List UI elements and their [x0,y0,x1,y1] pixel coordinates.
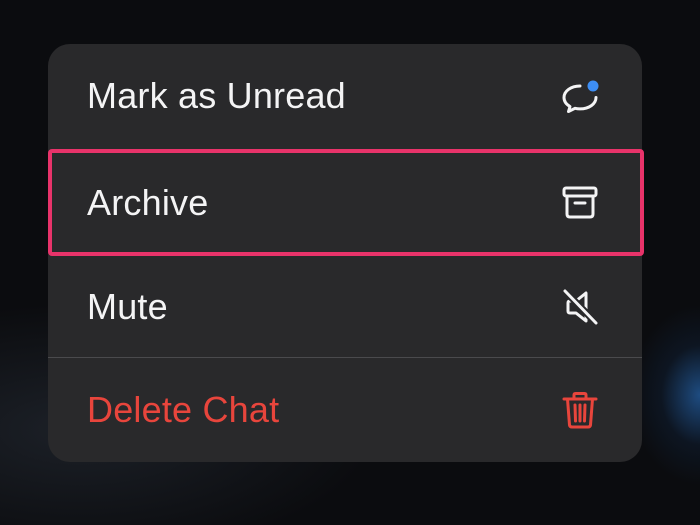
menu-item-mark-as-unread[interactable]: Mark as Unread [48,44,642,148]
menu-item-label: Mute [87,286,168,327]
chat-bubble-unread-icon [562,80,599,113]
menu-item-label: Delete Chat [87,389,280,430]
menu-item-label: Mark as Unread [87,75,346,116]
menu-item-archive[interactable]: Archive [48,151,642,255]
speaker-muted-icon [561,287,600,327]
menu-item-label: Archive [87,182,209,223]
archive-box-icon [562,186,598,219]
menu-item-mute[interactable]: Mute [48,255,642,359]
context-menu: Mark as Unread Archive Mute Delete Chat [48,44,642,462]
menu-item-delete-chat[interactable]: Delete Chat [48,358,642,462]
trash-icon [562,392,598,429]
